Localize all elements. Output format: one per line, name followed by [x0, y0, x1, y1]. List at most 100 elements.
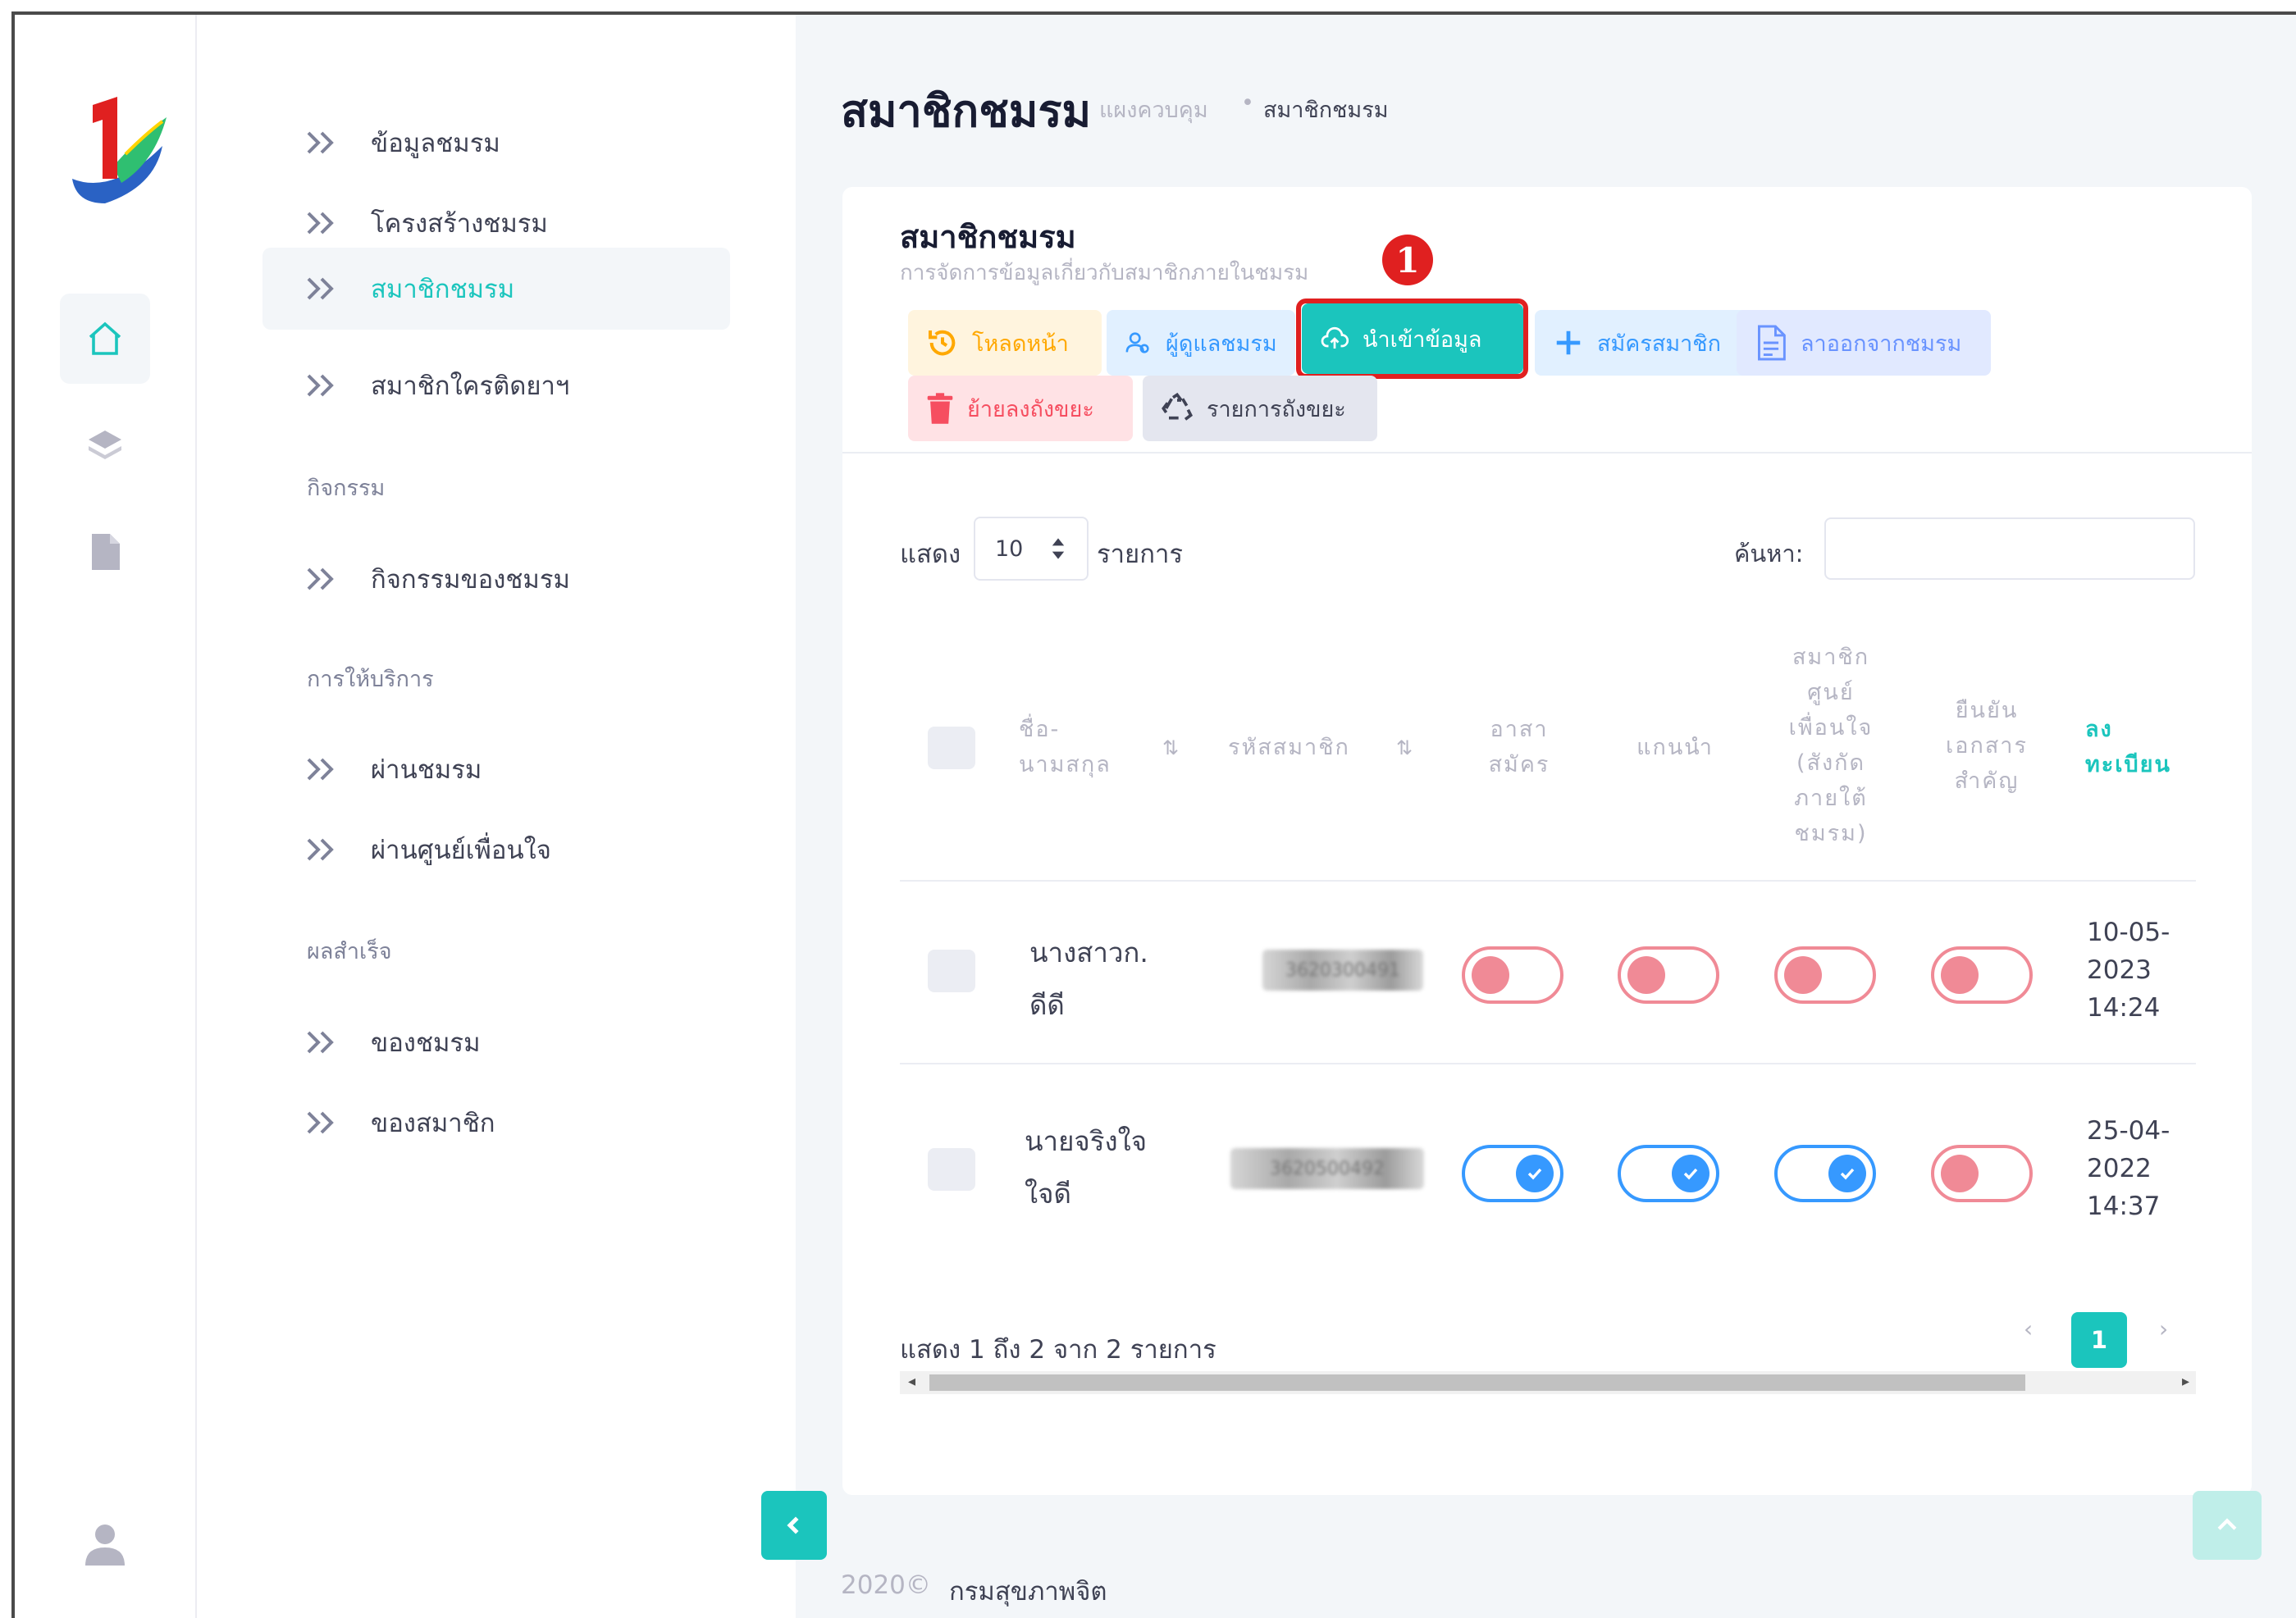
member-name-line: นางสาวก. [1029, 937, 1148, 969]
breadcrumb-home[interactable]: แผงควบคุม [1099, 92, 1208, 127]
layers-nav-button[interactable] [60, 400, 150, 490]
scroll-left-icon[interactable]: ◂ [908, 1373, 915, 1390]
chevrons-right-icon [307, 1031, 334, 1054]
import-highlight-box [1296, 299, 1528, 379]
menu-item-addicted-members[interactable]: สมาชิกใครติดยาฯ [262, 344, 730, 426]
page-size-select[interactable]: 10 [974, 517, 1089, 581]
volunteer-toggle[interactable] [1462, 1145, 1563, 1202]
menu-item-label: ผ่านศูนย์เพื่อนใจ [371, 836, 551, 865]
header-line: ภายใต้ [1794, 786, 1868, 811]
manager-button[interactable]: ผู้ดูแลชมรม [1107, 310, 1295, 376]
registered-date: 25-04- 2022 14:37 [2087, 1112, 2170, 1225]
user-profile-button[interactable] [60, 1499, 150, 1589]
check-icon [1683, 1168, 1698, 1180]
toggle-knob [1472, 956, 1509, 994]
date-line: 14:37 [2087, 1192, 2161, 1221]
user-icon [85, 1525, 125, 1566]
toggle-knob [1941, 956, 1979, 994]
pager-next-button[interactable]: › [2159, 1315, 2168, 1342]
header-line: ชมรม) [1794, 821, 1868, 846]
header-name-line: ชื่อ- [1019, 717, 1061, 742]
trash-list-button[interactable]: รายการถังขยะ [1143, 376, 1377, 441]
pager-page-button[interactable]: 1 [2071, 1312, 2127, 1368]
register-member-button[interactable]: สมัครสมาชิก [1535, 310, 1764, 376]
menu-item-label: สมาชิกชมรม [371, 275, 515, 304]
menu-item-club-activities[interactable]: กิจกรรมของชมรม [262, 538, 730, 620]
file-nav-button[interactable] [60, 507, 150, 597]
recycle-icon [1162, 392, 1193, 421]
row-checkbox[interactable] [928, 1148, 975, 1191]
table-info: แสดง 1 ถึง 2 จาก 2 รายการ [900, 1335, 1216, 1365]
menu-item-label: โครงสร้างชมรม [371, 209, 548, 239]
volunteer-toggle[interactable] [1462, 946, 1563, 1004]
menu-item-label: ผ่านชมรม [371, 755, 482, 785]
chevrons-right-icon [307, 374, 334, 397]
breadcrumb-current: สมาชิกชมรม [1263, 98, 1389, 123]
chevrons-right-icon [307, 212, 334, 235]
sort-icon[interactable]: ⇅ [1396, 736, 1413, 759]
documents-toggle[interactable] [1931, 1145, 2033, 1202]
date-line: 2023 [2087, 955, 2152, 985]
member-name-line: นายจริงใจ [1025, 1125, 1148, 1157]
chevrons-right-icon [307, 838, 334, 861]
page-size-value: 10 [995, 536, 1024, 562]
pager-prev-button[interactable]: ‹ [2024, 1315, 2033, 1342]
document-icon [1758, 325, 1786, 361]
leader-toggle[interactable] [1618, 946, 1719, 1004]
menu-item-via-center[interactable]: ผ่านศูนย์เพื่อนใจ [262, 809, 730, 891]
header-line: (สังกัด [1796, 750, 1866, 776]
search-input[interactable] [1824, 517, 2195, 580]
leader-toggle[interactable] [1618, 1145, 1719, 1202]
member-id: 3620500492 [1230, 1148, 1424, 1189]
toggle-knob [1828, 1155, 1866, 1192]
search-label: ค้นหา: [1734, 540, 1804, 567]
date-line: 14:24 [2087, 993, 2161, 1023]
header-name[interactable]: ชื่อ- นามสกุล [1019, 712, 1111, 782]
header-member-id[interactable]: รหัสสมาชิก [1228, 730, 1350, 765]
chevrons-right-icon [307, 758, 334, 781]
center-member-toggle[interactable] [1774, 1145, 1876, 1202]
menu-item-member-results[interactable]: ของสมาชิก [262, 1082, 730, 1164]
resign-label: ลาออกจากชมรม [1801, 330, 1962, 356]
table-row-divider [900, 1063, 2196, 1064]
header-line: สมัคร [1488, 752, 1550, 777]
trash-icon [927, 393, 953, 424]
select-all-checkbox[interactable] [928, 727, 975, 769]
scrollbar-thumb[interactable] [929, 1374, 2025, 1391]
menu-item-label: ข้อมูลชมรม [371, 129, 500, 158]
footer-org-link[interactable]: กรมสุขภาพจิต [949, 1570, 1107, 1611]
toggle-knob [1784, 956, 1822, 994]
toggle-knob [1516, 1155, 1554, 1192]
brand-logo[interactable] [56, 89, 171, 212]
layers-icon [89, 431, 121, 459]
documents-toggle[interactable] [1931, 946, 2033, 1004]
home-nav-button[interactable] [60, 294, 150, 384]
horizontal-scrollbar[interactable]: ◂ ▸ [900, 1371, 2196, 1394]
home-icon [89, 321, 121, 355]
header-name-line: นามสกุล [1019, 752, 1111, 777]
move-to-trash-label: ย้ายลงถังขยะ [967, 396, 1094, 422]
side-menu: ข้อมูลชมรม โครงสร้างชมรม สมาชิกชมรม สมาช… [197, 15, 796, 1618]
menu-item-club-results[interactable]: ของชมรม [262, 1001, 730, 1083]
reload-button[interactable]: โหลดหน้า [908, 310, 1102, 376]
center-member-toggle[interactable] [1774, 946, 1876, 1004]
card-subtitle: การจัดการข้อมูลเกี่ยวกับสมาชิกภายในชมรม [900, 261, 1309, 285]
menu-item-club-info[interactable]: ข้อมูลชมรม [262, 102, 730, 184]
move-to-trash-button[interactable]: ย้ายลงถังขยะ [908, 376, 1133, 441]
sort-icon[interactable]: ⇅ [1162, 736, 1179, 759]
collapse-menu-button[interactable] [761, 1491, 827, 1560]
header-line: เพื่อนใจ [1788, 715, 1874, 741]
date-line: 2022 [2087, 1154, 2152, 1183]
menu-item-club-members[interactable]: สมาชิกชมรม [262, 248, 730, 330]
step-marker: 1 [1382, 235, 1433, 285]
scroll-right-icon[interactable]: ▸ [2182, 1373, 2189, 1390]
resign-button[interactable]: ลาออกจากชมรม [1737, 310, 1991, 376]
manager-label: ผู้ดูแลชมรม [1166, 330, 1277, 356]
scroll-top-button[interactable] [2193, 1491, 2262, 1560]
menu-item-via-club[interactable]: ผ่านชมรม [262, 728, 730, 810]
page-title: สมาชิกชมรม [841, 85, 1092, 137]
header-registered[interactable]: ลง ทะเบียน [2085, 712, 2171, 782]
trash-list-label: รายการถังขยะ [1207, 396, 1346, 422]
chevrons-right-icon [307, 1111, 334, 1134]
row-checkbox[interactable] [928, 950, 975, 992]
